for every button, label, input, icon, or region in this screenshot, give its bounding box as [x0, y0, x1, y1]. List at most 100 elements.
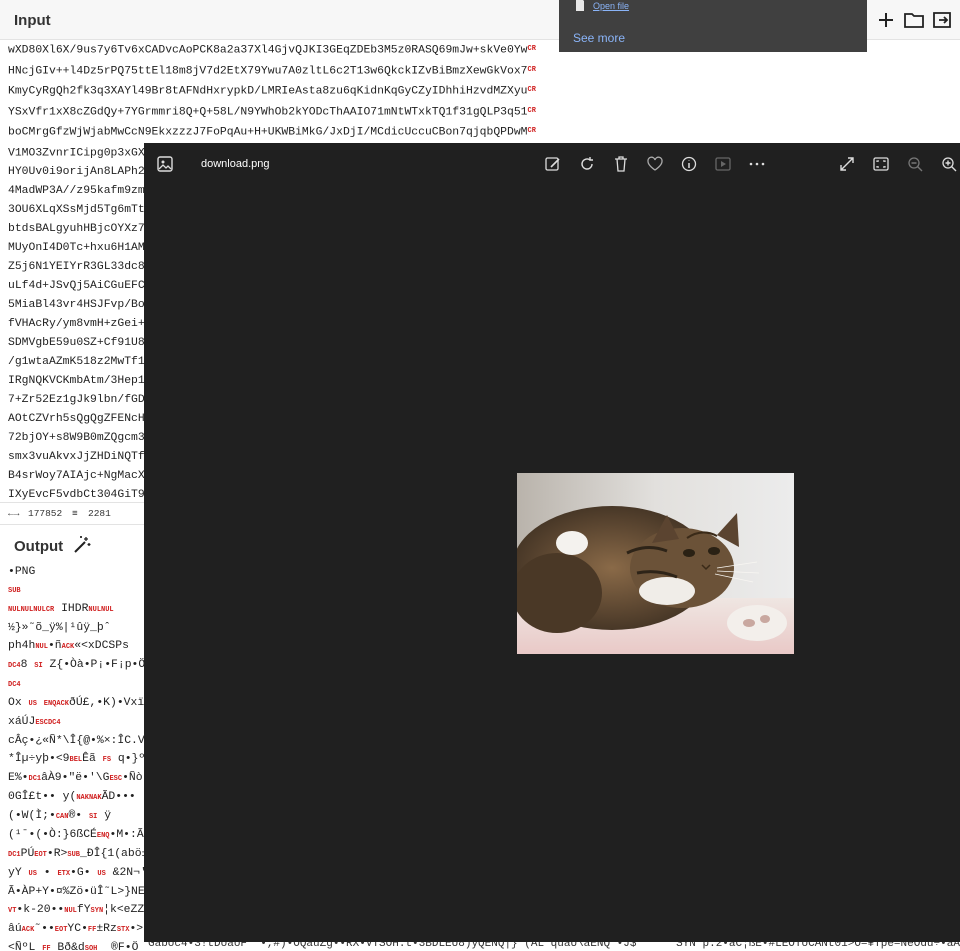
lines-icon: ≡	[72, 508, 78, 519]
line-end-marker: CR	[527, 65, 536, 74]
fit-window-icon[interactable]	[872, 155, 890, 173]
output-text-run: _ÐÎ{1(abö±	[80, 848, 148, 860]
output-line: E%•DC1âÀ9•"ë•'\GESC•Ñò	[8, 769, 148, 788]
control-char-marker: ACK	[61, 643, 75, 651]
output-text-run: ¦k<eZZ	[103, 904, 145, 916]
open-file-link[interactable]: Open file	[593, 1, 629, 11]
control-char-marker: ACK	[21, 926, 35, 934]
input-line-text: KmyCyRgQh2fk3q3XAYl49Br8tAFNdHxrypkD/LMR…	[8, 85, 528, 98]
input-line-text: boCMrgGfzWjWjabMwCcN9EkxzzzJ7FoPqAu+H+UK…	[8, 126, 528, 139]
output-text-run: PÚ	[20, 848, 35, 860]
input-line-text: /g1wtaAZmK518z2MwTf11	[8, 356, 152, 369]
control-char-marker: ENQ	[43, 700, 57, 708]
output-text-run: IHDR	[54, 603, 89, 615]
control-char-marker: DC4	[47, 719, 61, 727]
control-char-marker: US	[28, 870, 37, 878]
output-text-run: ®•	[68, 810, 89, 822]
output-line: •PNG	[8, 563, 148, 581]
output-text-run: •G•	[70, 867, 98, 879]
control-char-marker: STX	[116, 926, 130, 934]
more-icon[interactable]	[748, 155, 766, 173]
control-char-marker: EOT	[54, 926, 68, 934]
output-text-run: •k-20••	[16, 904, 65, 916]
input-line-text: fVHAcRy/ym8vmH+zGei+/	[8, 318, 152, 331]
input-line: HNcjGIv++l4Dz5rPQ75ttEl18m8jV7d2EtX79Ywu…	[8, 61, 568, 82]
cat-photo	[517, 473, 794, 654]
input-line-text: HY0Uv0i9orijAn8LAPh25	[8, 166, 152, 179]
output-line: 0GÎ£t•• y(NAKNAKÃD•••	[8, 788, 148, 807]
add-icon[interactable]	[874, 8, 898, 32]
output-text-run: ½}»˜õ_ÿ%|¹ûÿ_þˆ	[8, 622, 111, 634]
viewer-toolbar: download.png	[144, 143, 960, 187]
input-line-text: 72bjOY+s8W9B0mZQgcm3Q	[8, 432, 152, 445]
full-screen-icon[interactable]	[838, 155, 856, 173]
zoom-in-icon[interactable]	[940, 155, 958, 173]
delete-icon[interactable]	[612, 155, 630, 173]
line-end-marker: CR	[527, 86, 536, 95]
download-notification: Open file See more	[559, 0, 867, 52]
control-char-marker: ESC	[109, 775, 123, 783]
input-line-text: 7+Zr52Ez1gJk9lbn/fGDe	[8, 394, 152, 407]
output-line: Ã•ÀP+Y•¤%Zö•üÎ˜L>}NE	[8, 883, 148, 901]
control-char-marker: DC1	[28, 775, 42, 783]
output-line: ½}»˜õ_ÿ%|¹ûÿ_þˆ	[8, 619, 148, 637]
slideshow-icon[interactable]	[714, 155, 732, 173]
output-text-run: Ã•ÀP+Y•¤%Zö•üÎ˜L>}NE	[8, 886, 145, 898]
control-char-marker: DC4	[8, 662, 21, 670]
output-text-run: •PNG	[8, 566, 36, 578]
input-line: KmyCyRgQh2fk3q3XAYl49Br8tAFNdHxrypkD/LMR…	[8, 81, 568, 102]
photo-viewer-window: download.png	[144, 143, 960, 942]
rotate-icon[interactable]	[578, 155, 596, 173]
output-textarea[interactable]: •PNG SUB NULNULNULCR IHDRNULNUL ½}»˜õ_ÿ%|¹û…	[8, 563, 148, 951]
control-char-marker: CAN	[55, 813, 69, 821]
image-file-icon	[156, 155, 174, 173]
output-text-run: (¹ˉ•(•Ò:}6ßCÉ	[8, 829, 97, 841]
output-text-run: «<xDCSPs	[74, 640, 129, 652]
zoom-out-icon[interactable]	[906, 155, 924, 173]
output-text-run: ±Rz	[96, 923, 117, 935]
output-line: yY US • ETX•G• US &2N¬'(Qd	[8, 864, 148, 883]
output-text-run: 8	[20, 659, 35, 671]
output-text-run: •R>	[46, 848, 68, 860]
control-char-marker: ACK	[56, 700, 69, 708]
output-text-run: YC•	[67, 923, 88, 935]
line-end-marker: CR	[527, 106, 536, 115]
output-line: DC48 SI Z{•Òà•P¡•F¡p•Ö	[8, 656, 148, 675]
control-char-marker: EOT	[34, 851, 47, 859]
output-line: DC1PÚEOT•R>SUB_ÐÎ{1(abö±	[8, 845, 148, 864]
magic-wand-icon[interactable]	[72, 535, 92, 555]
favorite-icon[interactable]	[646, 155, 664, 173]
edit-image-icon[interactable]	[544, 155, 562, 173]
output-line: ph4hNUL•ñACK«<xDCSPs	[8, 637, 148, 656]
import-icon[interactable]	[930, 8, 954, 32]
control-char-marker: SUB	[67, 851, 81, 859]
output-line: Ox US ENQACKðÚ£,•K)•VxïqÈ	[8, 694, 148, 713]
control-char-marker: SI	[34, 662, 43, 670]
open-folder-icon[interactable]	[902, 8, 926, 32]
input-line-text: uLf4d+JSvQj5AiCGuEFCM	[8, 280, 152, 293]
control-char-marker: NUL	[20, 606, 34, 614]
output-line: DC4	[8, 675, 148, 694]
input-line-text: HNcjGIv++l4Dz5rPQ75ttEl18m8jV7d2EtX79Ywu…	[8, 65, 528, 78]
input-title: Input	[14, 12, 51, 29]
input-line-text: B4srWoy7AIAjc+NgMacXX	[8, 470, 152, 483]
output-text-run: yY	[8, 867, 29, 879]
viewer-filename: download.png	[201, 158, 270, 170]
info-icon[interactable]	[680, 155, 698, 173]
output-line: SUB	[8, 581, 148, 600]
input-length: 177852	[28, 508, 63, 519]
output-text-run: •Ñò	[122, 772, 143, 784]
output-text-run: •M•:Ã	[109, 829, 144, 841]
see-more-link[interactable]: See more	[573, 31, 625, 45]
output-text-run: q•}ºq	[111, 753, 148, 765]
output-line: NULNULNULCR IHDRNULNUL	[8, 600, 148, 619]
control-char-marker: NUL	[8, 606, 21, 614]
input-line-text: btdsBALgyuhHBjcOYXz7v	[8, 223, 152, 236]
control-char-marker: CR	[45, 606, 55, 614]
output-line: cÂç•¿«Ñ*\Î{@•%×:ÎC.V	[8, 732, 148, 750]
input-line: boCMrgGfzWjWjabMwCcN9EkxzzzJ7FoPqAu+H+UK…	[8, 122, 568, 143]
output-text-run: cÂç•¿«Ñ*\Î{@•%×:ÎC.V	[8, 735, 145, 747]
control-char-marker: SUB	[8, 587, 21, 595]
output-line: (•W(Ì;•CAN®• SI ÿ	[8, 807, 148, 826]
control-char-marker: NAK	[76, 794, 89, 802]
